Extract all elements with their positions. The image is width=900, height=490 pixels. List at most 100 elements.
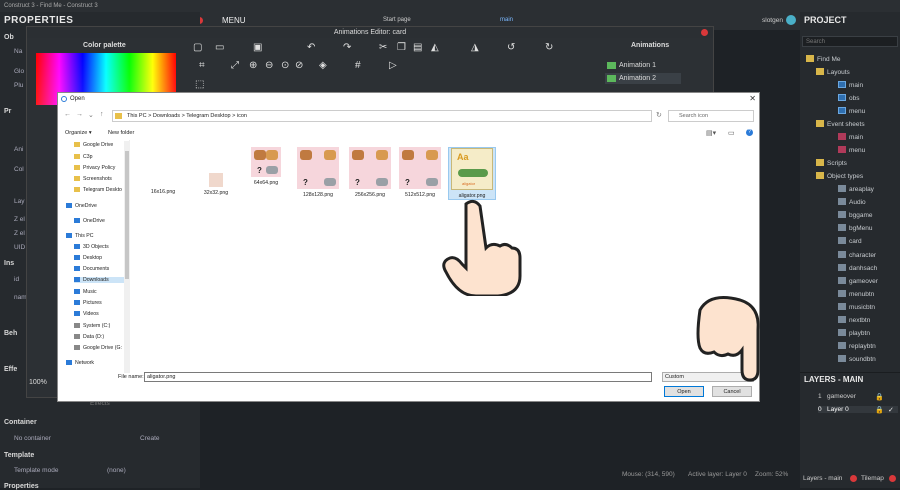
property-row[interactable]: Z el [14,230,25,237]
open-folder-icon[interactable]: ▭ [215,42,224,53]
chevron-down-icon[interactable]: ⌄ [88,111,94,119]
nav-item[interactable]: Data (D:) [74,334,104,340]
undo-icon[interactable]: ↶ [307,42,315,53]
tree-root[interactable]: Find Me [806,55,840,63]
tree-item[interactable]: obs [838,94,859,102]
tree-item[interactable]: menu [838,107,865,115]
nav-item[interactable]: Music [74,289,97,295]
select-icon[interactable]: ⬚ [195,79,204,90]
cut-icon[interactable]: ✂ [379,42,387,53]
template-section[interactable]: Template [4,452,34,459]
scroll-thumb[interactable] [125,151,129,279]
tree-item[interactable]: soundbtn [838,355,876,363]
nav-item[interactable]: 3D Objects [74,244,109,250]
organize-button[interactable]: Organize ▾ [65,130,92,136]
tree-item[interactable]: Audio [838,198,866,206]
back-icon[interactable]: ← [64,111,71,118]
forward-icon[interactable]: → [76,111,83,118]
tab-tilemap[interactable]: Tilemap [861,475,884,482]
resize-icon[interactable]: ⤢ [231,60,239,71]
tree-item[interactable]: replaybtn [838,342,876,350]
zoom-in-icon[interactable]: ⊕ [249,60,257,71]
nav-item[interactable]: Network [66,360,94,366]
nav-item[interactable]: Documents [74,266,109,272]
property-row[interactable]: Na [14,48,22,55]
tab-close-dot[interactable] [850,475,857,482]
tree-event-sheets[interactable]: Event sheets [816,120,865,128]
container-section[interactable]: Container [4,419,37,426]
properties-tail-section[interactable]: Properties [4,483,39,490]
visible-check-icon[interactable]: ✓ [888,406,894,414]
property-row[interactable]: Plu [14,82,23,89]
tree-item[interactable]: bggame [838,211,873,219]
nav-item[interactable]: Videos [74,311,99,317]
nav-item[interactable]: Downloads [74,277,130,283]
tree-item[interactable]: nextbtn [838,316,870,324]
tree-scripts[interactable]: Scripts [816,159,847,167]
tree-item[interactable]: character [838,250,876,259]
container-create-button[interactable]: Create [140,435,160,442]
address-bar[interactable]: This PC > Downloads > Telegram Desktop >… [112,110,652,122]
property-row[interactable]: Lay [14,198,24,205]
tree-object-types[interactable]: Object types [816,172,863,180]
property-section[interactable]: Ob [4,34,14,41]
close-icon[interactable]: ✕ [749,94,756,103]
nav-item[interactable]: Screenshots [74,176,112,182]
avatar[interactable] [786,15,796,25]
rotate-ccw-icon[interactable]: ↺ [507,42,515,53]
nav-item[interactable]: OneDrive [74,218,105,224]
preview-pane-icon[interactable]: ▭ [728,129,735,137]
file-item[interactable]: ? 512x512.png [396,147,444,198]
file-item[interactable]: ? 64x64.png [242,147,290,186]
up-icon[interactable]: ↑ [100,111,104,118]
save-icon[interactable]: ▣ [253,42,262,53]
file-name-input[interactable]: aligator.png [144,372,652,382]
property-row[interactable]: Ani [14,146,23,153]
tab-layers[interactable]: Layers - main [803,475,842,482]
nav-item[interactable]: Desktop [74,255,102,261]
tree-item[interactable]: danhsach [838,263,877,272]
tree-item[interactable]: menu [838,146,865,154]
animation-item[interactable]: Animation 2 [605,73,681,84]
property-row[interactable]: id [14,276,19,283]
crop-icon[interactable]: ⌗ [199,60,205,71]
property-section[interactable]: Effe [4,366,17,373]
nav-item[interactable]: Google Drive (G: [74,345,122,351]
tree-item[interactable]: menubtn [838,289,874,298]
layout-tab[interactable]: Start page [383,17,411,23]
nav-item[interactable]: C3p [74,154,93,160]
tree-item[interactable]: main [838,133,863,141]
tree-item[interactable]: main [838,81,863,89]
nav-scrollbar[interactable] [124,141,130,373]
template-mode-select[interactable]: (none) [107,467,126,474]
refresh-icon[interactable]: ↻ [656,111,662,119]
play-icon[interactable]: ▷ [389,60,397,71]
property-row[interactable]: nam [14,294,27,301]
flip-h-icon[interactable]: ◭ [431,42,439,53]
tree-item[interactable]: areaplay [838,185,874,193]
property-section[interactable]: Pr [4,108,11,115]
close-dot[interactable] [701,29,708,36]
property-row[interactable]: Glo [14,68,24,75]
user-name[interactable]: slotgen [762,17,783,24]
property-row[interactable]: UID [14,244,25,251]
nav-item[interactable]: Google Drive [74,142,113,148]
property-section[interactable]: Beh [4,330,17,337]
property-section[interactable]: Ins [4,260,14,267]
grid-icon[interactable]: # [355,60,361,71]
zoom-out-icon[interactable]: ⊖ [265,60,273,71]
redo-icon[interactable]: ↷ [343,42,351,53]
file-item[interactable]: ? 256x256.png [346,147,394,198]
rotate-cw-icon[interactable]: ↻ [545,42,553,53]
project-search-input[interactable]: Search [802,36,898,47]
tree-item[interactable]: musicbtn [838,302,875,311]
nav-item[interactable]: OneDrive [66,203,97,209]
property-row[interactable]: Col [14,166,24,173]
layer-row[interactable]: 1 gameover [818,393,856,400]
property-row[interactable]: Z el [14,216,25,223]
nav-item[interactable]: Telegram Deskto [74,187,122,193]
tree-item[interactable]: bgMenu [838,224,873,232]
help-icon[interactable]: ? [746,129,753,136]
menu-button[interactable]: MENU [222,16,246,25]
layers-icon[interactable]: ◈ [319,60,327,71]
